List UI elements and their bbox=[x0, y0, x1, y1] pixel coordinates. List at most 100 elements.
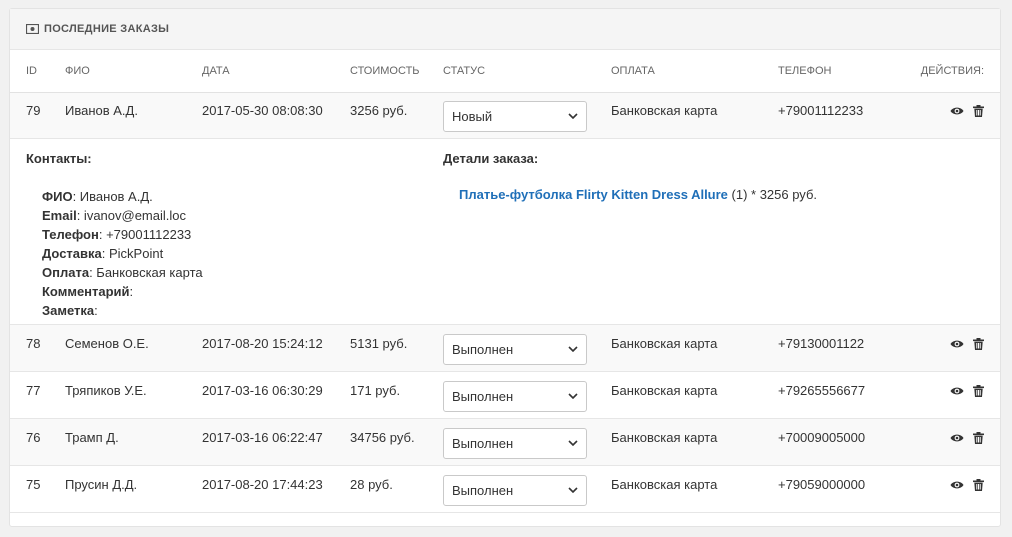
eye-icon[interactable] bbox=[950, 339, 964, 349]
order-id: 76 bbox=[10, 418, 65, 466]
phone-number: +79059000000 bbox=[778, 465, 908, 513]
status-select[interactable]: Выполнен bbox=[443, 380, 587, 412]
contact-label: Оплата bbox=[42, 264, 90, 280]
customer-name: Семенов О.Е. bbox=[65, 324, 202, 372]
status-value: Новый bbox=[452, 108, 493, 124]
table-row[interactable]: 78 Семенов О.Е. 2017-08-20 15:24:12 5131… bbox=[10, 324, 1000, 372]
status-select[interactable]: Новый bbox=[443, 100, 587, 132]
actions-cell bbox=[908, 92, 1000, 139]
trash-icon[interactable] bbox=[973, 104, 984, 117]
order-id: 75 bbox=[10, 465, 65, 513]
order-id: 79 bbox=[10, 92, 65, 139]
col-header-status: СТАТУС bbox=[443, 51, 611, 93]
contact-label: Email bbox=[42, 207, 77, 223]
status-value: Выполнен bbox=[452, 482, 514, 498]
status-cell: Выполнен bbox=[443, 418, 611, 466]
contact-list: ФИО: Иванов А.Д. Email: ivanov@email.loc Т… bbox=[26, 187, 443, 320]
table-header-row: ID ФИО ДАТА СТОИМОСТЬ СТАТУС ОПЛАТА ТЕЛЕ… bbox=[10, 51, 1000, 93]
order-date: 2017-03-16 06:22:47 bbox=[202, 418, 350, 466]
orders-table: ID ФИО ДАТА СТОИМОСТЬ СТАТУС ОПЛАТА ТЕЛЕ… bbox=[10, 51, 1000, 513]
payment-method: Банковская карта bbox=[611, 92, 778, 139]
panel-header: ПОСЛЕДНИЕ ЗАКАЗЫ bbox=[10, 9, 1000, 50]
contact-value: +79001112233 bbox=[102, 226, 192, 242]
phone-number: +79001112233 bbox=[778, 92, 908, 139]
status-value: Выполнен bbox=[452, 435, 514, 451]
order-date: 2017-03-16 06:30:29 bbox=[202, 371, 350, 419]
col-header-actions: ДЕЙСТВИЯ: bbox=[908, 51, 1000, 93]
table-row[interactable]: 79 Иванов А.Д. 2017-05-30 08:08:30 3256 … bbox=[10, 92, 1000, 139]
order-id: 78 bbox=[10, 324, 65, 372]
contact-value: PickPoint bbox=[105, 245, 164, 261]
contact-value: Банковская карта bbox=[92, 264, 203, 280]
panel-title: ПОСЛЕДНИЕ ЗАКАЗЫ bbox=[44, 23, 170, 35]
order-date: 2017-05-30 08:08:30 bbox=[202, 92, 350, 139]
col-header-name: ФИО bbox=[65, 51, 202, 93]
chevron-down-icon bbox=[568, 346, 578, 352]
chevron-down-icon bbox=[568, 440, 578, 446]
col-header-phone: ТЕЛЕФОН bbox=[778, 51, 908, 93]
payment-method: Банковская карта bbox=[611, 371, 778, 419]
status-cell: Выполнен bbox=[443, 324, 611, 372]
table-row[interactable]: 77 Тряпиков У.Е. 2017-03-16 06:30:29 171… bbox=[10, 371, 1000, 419]
order-cost: 34756 руб. bbox=[350, 418, 443, 466]
trash-icon[interactable] bbox=[973, 384, 984, 397]
status-cell: Выполнен bbox=[443, 371, 611, 419]
contact-line: Оплата: Банковская карта bbox=[42, 264, 203, 280]
table-row[interactable]: 76 Трамп Д. 2017-03-16 06:22:47 34756 ру… bbox=[10, 418, 1000, 466]
table-row[interactable]: 75 Прусин Д.Д. 2017-08-20 17:44:23 28 ру… bbox=[10, 465, 1000, 513]
order-item-line: Платье-футболка Flirty Kitten Dress Allu… bbox=[443, 187, 1000, 202]
trash-icon[interactable] bbox=[973, 478, 984, 491]
order-details-row: Контакты: ФИО: Иванов А.Д. Email: ivanov@… bbox=[10, 138, 1000, 325]
status-select[interactable]: Выполнен bbox=[443, 427, 587, 459]
contact-line: Комментарий: bbox=[42, 283, 134, 299]
phone-number: +79130001122 bbox=[778, 324, 908, 372]
trash-icon[interactable] bbox=[973, 337, 984, 350]
product-link[interactable]: Платье-футболка Flirty Kitten Dress Allu… bbox=[459, 187, 728, 202]
chevron-down-icon bbox=[568, 393, 578, 399]
recent-orders-panel: ПОСЛЕДНИЕ ЗАКАЗЫ ID ФИО ДАТА СТОИМОСТЬ С… bbox=[9, 8, 1001, 527]
status-select[interactable]: Выполнен bbox=[443, 333, 587, 365]
order-cost: 171 руб. bbox=[350, 371, 443, 419]
chevron-down-icon bbox=[568, 487, 578, 493]
contact-line: Доставка: PickPoint bbox=[42, 245, 164, 261]
status-cell: Новый bbox=[443, 92, 611, 139]
actions-cell bbox=[908, 418, 1000, 466]
contact-line: Email: ivanov@email.loc bbox=[42, 207, 186, 223]
chevron-down-icon bbox=[568, 113, 578, 119]
actions-cell bbox=[908, 371, 1000, 419]
contact-line: Телефон: +79001112233 bbox=[42, 226, 192, 242]
order-cost: 28 руб. bbox=[350, 465, 443, 513]
eye-icon[interactable] bbox=[950, 386, 964, 396]
actions-cell bbox=[908, 465, 1000, 513]
contact-value: ivanov@email.loc bbox=[80, 207, 186, 223]
payment-method: Банковская карта bbox=[611, 418, 778, 466]
eye-icon[interactable] bbox=[950, 480, 964, 490]
money-icon bbox=[26, 24, 39, 34]
status-select[interactable]: Выполнен bbox=[443, 474, 587, 506]
order-id: 77 bbox=[10, 371, 65, 419]
eye-icon[interactable] bbox=[950, 106, 964, 116]
actions-cell bbox=[908, 324, 1000, 372]
payment-method: Банковская карта bbox=[611, 465, 778, 513]
contact-label: Комментарий bbox=[42, 283, 130, 299]
contact-label: Телефон bbox=[42, 226, 99, 242]
customer-name: Иванов А.Д. bbox=[65, 92, 202, 139]
phone-number: +79265556677 bbox=[778, 371, 908, 419]
phone-number: +70009005000 bbox=[778, 418, 908, 466]
eye-icon[interactable] bbox=[950, 433, 964, 443]
status-value: Выполнен bbox=[452, 341, 514, 357]
customer-name: Прусин Д.Д. bbox=[65, 465, 202, 513]
contacts-title: Контакты: bbox=[26, 150, 92, 166]
col-header-date: ДАТА bbox=[202, 51, 350, 93]
col-header-cost: СТОИМОСТЬ bbox=[350, 51, 443, 93]
contact-label: Заметка bbox=[42, 302, 95, 318]
order-date: 2017-08-20 17:44:23 bbox=[202, 465, 350, 513]
customer-name: Тряпиков У.Е. bbox=[65, 371, 202, 419]
order-cost: 5131 руб. bbox=[350, 324, 443, 372]
trash-icon[interactable] bbox=[973, 431, 984, 444]
contact-value: Иванов А.Д. bbox=[76, 188, 153, 204]
order-details-title: Детали заказа: bbox=[443, 150, 539, 166]
status-value: Выполнен bbox=[452, 388, 514, 404]
contact-label: Доставка bbox=[42, 245, 102, 261]
item-qty-price: (1) * 3256 руб. bbox=[727, 186, 818, 202]
